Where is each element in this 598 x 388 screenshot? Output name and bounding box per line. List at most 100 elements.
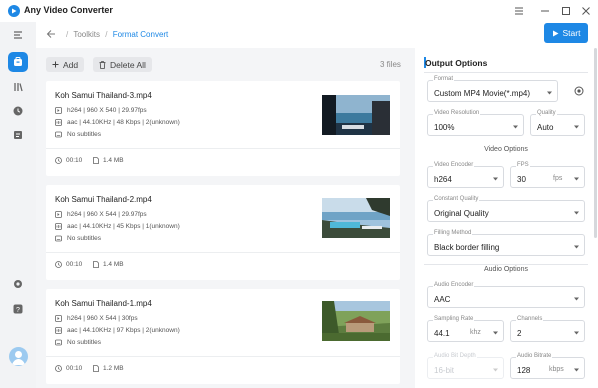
chevron-down-icon [547,91,552,95]
maximize-icon[interactable] [558,3,574,19]
audio-bit-depth-label: Audio Bit Depth [433,353,477,359]
video-encoder-value: h264 [434,175,452,184]
breadcrumb-separator: / [66,30,69,39]
chevron-down-icon [574,245,579,249]
sidebar-history-icon[interactable] [8,101,28,121]
subtitle-info: No subtitles [55,339,101,346]
plus-icon [52,61,59,68]
subtitle-info-text: No subtitles [67,131,101,138]
video-icon [55,211,62,218]
breadcrumb: / Toolkits / Format Convert [63,30,168,39]
video-info-text: h264 | 960 X 544 | 30fps [67,315,138,322]
video-thumbnail [322,198,390,238]
constant-quality-select[interactable]: Constant Quality Original Quality [427,196,585,222]
format-settings-icon[interactable] [574,86,584,96]
duration-text: 00:10 [66,261,83,268]
video-info: h264 | 960 X 540 | 29.97fps [55,107,147,114]
subtitle-info-text: No subtitles [67,235,101,242]
audio-info: aac | 44.10KHz | 45 Kbps | 1(unknown) [55,223,180,230]
chevron-down-icon [574,177,579,181]
file-card[interactable]: Koh Samui Thailand-1.mp4 h264 | 960 X 54… [46,289,400,384]
sidebar-menu-icon[interactable] [8,25,28,45]
video-encoder-label: Video Encoder [433,162,475,168]
start-button[interactable]: Start [544,23,588,43]
card-divider [46,356,400,357]
menu-icon[interactable] [511,3,527,19]
channels-value: 2 [517,329,522,338]
breadcrumb-current: Format Convert [112,30,169,39]
close-icon[interactable] [578,3,594,19]
audio-bitrate-value: 128 [517,366,531,375]
trash-icon [99,60,106,69]
format-value: Custom MP4 Movie(*.mp4) [434,89,531,98]
chevron-down-icon [493,331,498,335]
quality-select[interactable]: Quality Auto [530,110,585,136]
panel-title: Output Options [425,58,488,68]
video-thumbnail [322,95,390,135]
video-resolution-value: 100% [434,123,455,132]
panel-scrollbar[interactable] [594,48,597,238]
fps-input[interactable]: FPS 30 fps [510,162,585,188]
file-size-text: 1.4 MB [103,157,124,164]
add-button-label: Add [63,59,79,70]
audio-options-heading: Audio Options [484,266,528,273]
format-select[interactable]: Format Custom MP4 Movie(*.mp4) [427,76,558,102]
duration: 00:10 [55,157,82,164]
sidebar-library-icon[interactable] [8,77,28,97]
chevron-down-icon [493,177,498,181]
subtitle-icon [55,131,62,138]
sidebar-settings-icon[interactable] [8,274,28,294]
video-icon [55,315,62,322]
filling-method-select[interactable]: Filling Method Black border filling [427,230,585,256]
panel-divider [424,72,588,73]
file-size: 1.4 MB [93,261,124,268]
audio-bitrate-select[interactable]: Audio Bitrate 128 kbps [510,353,585,379]
channels-label: Channels [516,316,544,322]
sidebar-help-icon[interactable]: ? [8,299,28,319]
constant-quality-label: Constant Quality [433,196,480,202]
quality-label: Quality [536,110,557,116]
video-info-text: h264 | 960 X 540 | 29.97fps [67,107,147,114]
subtitle-icon [55,235,62,242]
audio-icon [55,119,62,126]
audio-encoder-value: AAC [434,295,451,304]
chevron-down-icon [574,125,579,129]
sidebar: ? [0,22,36,388]
avatar[interactable] [9,347,28,366]
file-card[interactable]: Koh Samui Thailand-2.mp4 h264 | 960 X 54… [46,185,400,280]
fps-value: 30 [517,175,526,184]
add-button[interactable]: Add [46,57,85,72]
subtitle-icon [55,339,62,346]
video-encoder-select[interactable]: Video Encoder h264 [427,162,504,188]
audio-info-text: aac | 44.10KHz | 48 Kbps | 2(unknown) [67,119,180,126]
video-info: h264 | 960 X 544 | 30fps [55,315,138,322]
sampling-rate-select[interactable]: Sampling Rate 44.1 khz [427,316,504,342]
audio-encoder-label: Audio Encoder [433,282,475,288]
app-logo-icon [8,5,20,17]
channels-select[interactable]: Channels 2 [510,316,585,342]
files-count: 3 files [380,60,401,69]
breadcrumb-root[interactable]: Toolkits [73,30,100,39]
video-options-heading: Video Options [484,146,528,153]
sampling-rate-value: 44.1 [434,329,450,338]
video-icon [55,107,62,114]
sidebar-tasks-icon[interactable] [8,125,28,145]
delete-all-button[interactable]: Delete All [93,57,152,72]
chevron-down-icon [574,211,579,215]
breadcrumb-separator: / [105,30,108,39]
sidebar-toolkit-icon[interactable] [8,52,28,72]
svg-text:?: ? [16,307,20,314]
card-divider [46,252,400,253]
back-arrow-icon[interactable] [46,29,56,39]
filling-method-value: Black border filling [434,243,500,252]
delete-all-button-label: Delete All [110,59,146,70]
file-icon [93,261,99,268]
file-name: Koh Samui Thailand-3.mp4 [55,91,152,100]
video-info-text: h264 | 960 X 544 | 29.97fps [67,211,147,218]
file-card[interactable]: Koh Samui Thailand-3.mp4 h264 | 960 X 54… [46,81,400,176]
audio-encoder-select[interactable]: Audio Encoder AAC [427,282,585,308]
video-resolution-select[interactable]: Video Resolution 100% [427,110,524,136]
clock-icon [55,261,62,268]
minimize-icon[interactable] [537,3,553,19]
quality-value: Auto [537,123,554,132]
